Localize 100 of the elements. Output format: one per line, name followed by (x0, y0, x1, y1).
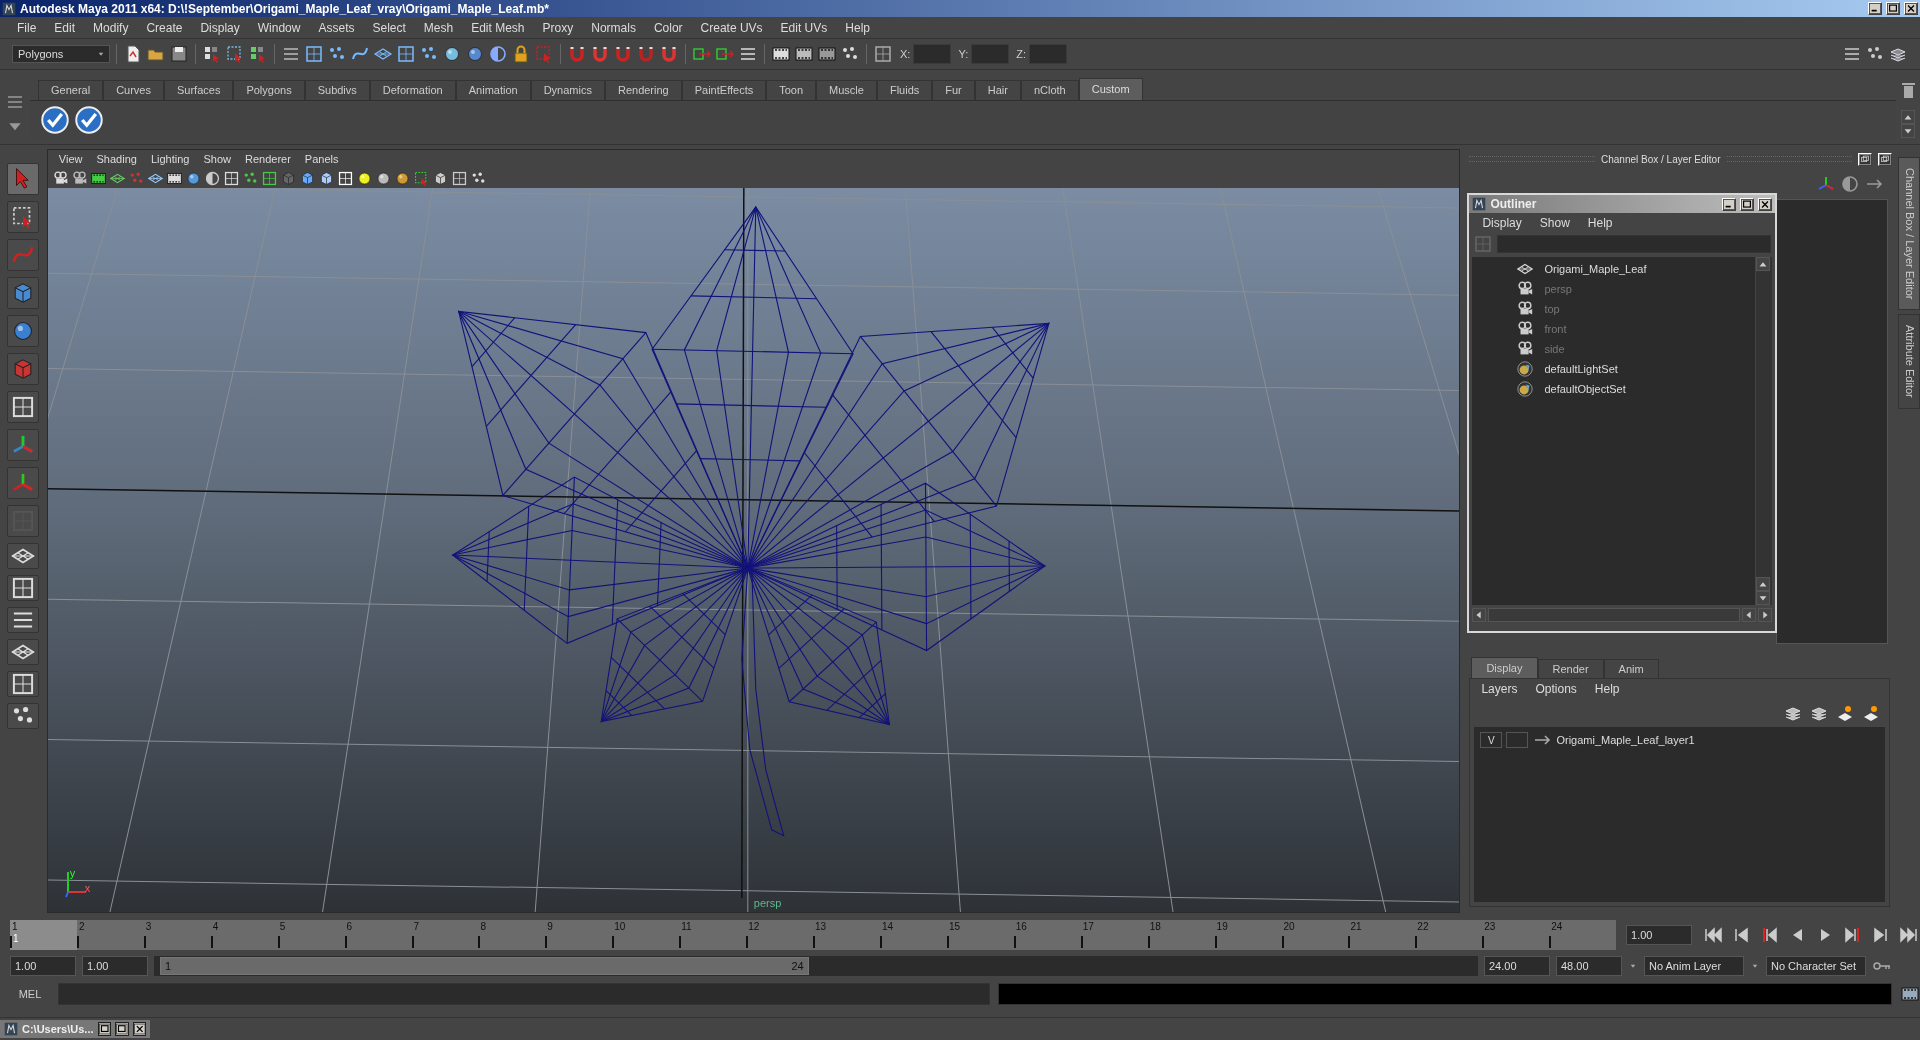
menu-item[interactable]: Edit (45, 20, 85, 35)
shelf-tab[interactable]: Polygons (233, 80, 305, 100)
menu-item[interactable]: File (8, 20, 46, 35)
side-tab[interactable]: Channel Box / Layer Editor (1898, 157, 1920, 311)
minimize-button[interactable] (1722, 197, 1737, 211)
skip-to-end-icon[interactable] (1898, 925, 1920, 945)
menu-item[interactable]: Help (1578, 216, 1622, 230)
menu-item[interactable]: Mesh (414, 20, 463, 35)
time-slider[interactable]: 1 1 2 3 4 5 6 7 8 9 10 11 12 13 14 15 16 17 18 19 20 21 22 23 24 (10, 920, 1617, 950)
menu-item[interactable]: Assets (309, 20, 364, 35)
menu-item[interactable]: Help (1585, 682, 1629, 696)
layer-name[interactable]: Origami_Maple_Leaf_layer1 (1556, 734, 1695, 746)
layer-editor-tab[interactable]: Render (1537, 659, 1604, 678)
menu-item[interactable]: Options (1526, 682, 1586, 696)
current-frame-marker[interactable]: 1 1 (10, 920, 77, 950)
textured-icon[interactable] (336, 169, 354, 187)
scroll-up-icon[interactable] (1901, 110, 1915, 124)
minimized-window[interactable]: C:\Users\Us... (0, 1020, 150, 1038)
field-chart-icon[interactable] (222, 169, 240, 187)
playback-start-field[interactable]: 1.00 (82, 956, 148, 976)
shelf-tab[interactable]: Custom (1078, 78, 1143, 100)
snap-point-icon[interactable] (613, 44, 633, 64)
scroll-up-icon[interactable] (1756, 577, 1771, 591)
panel-menu-item[interactable]: Lighting (143, 153, 197, 165)
menu-item[interactable]: Display (191, 20, 249, 35)
current-time-field[interactable]: 1.00 (1626, 925, 1692, 945)
scroll-left-icon[interactable] (1472, 608, 1487, 622)
menu-item[interactable]: Help (836, 20, 879, 35)
coord-field[interactable] (913, 44, 952, 64)
script-editor-icon[interactable] (1900, 984, 1920, 1004)
outliner-item[interactable]: defaultObjectSet (1544, 383, 1626, 395)
render-mask-icon[interactable] (442, 44, 462, 64)
menu-item[interactable]: Show (1530, 216, 1579, 230)
shelf-tab[interactable]: Deformation (369, 80, 456, 100)
scroll-left-icon[interactable] (1742, 608, 1757, 622)
shelf-tab[interactable]: Rendering (604, 80, 682, 100)
set-icon[interactable] (1516, 380, 1535, 398)
shelf-tab[interactable]: PaintEffects (681, 80, 767, 100)
shelf-tab[interactable]: Subdivs (304, 80, 370, 100)
display-type-toggle[interactable] (1506, 732, 1529, 748)
gate-mask-icon[interactable] (203, 169, 221, 187)
command-language-label[interactable]: MEL (10, 988, 50, 1000)
high-quality-icon[interactable] (393, 169, 411, 187)
menu-item[interactable]: Color (644, 20, 692, 35)
shelf-tab[interactable]: Curves (103, 80, 164, 100)
shadows-icon[interactable] (374, 169, 392, 187)
horizontal-scrollbar[interactable] (1488, 608, 1741, 622)
menu-item[interactable]: Select (363, 20, 415, 35)
menu-item[interactable]: Modify (84, 20, 138, 35)
shelf-tab[interactable]: Dynamics (530, 80, 605, 100)
panel-menu-item[interactable]: Panels (297, 153, 346, 165)
menu-item[interactable]: Edit UVs (771, 20, 837, 35)
shelf-tab[interactable]: Hair (974, 80, 1021, 100)
scroll-up-icon[interactable] (1756, 257, 1771, 271)
maximize-button[interactable] (1886, 2, 1900, 15)
menu-item[interactable]: Normals (582, 20, 645, 35)
playback-end-field[interactable]: 24.00 (1484, 956, 1550, 976)
minimize-button[interactable] (1868, 2, 1882, 15)
menu-item[interactable]: Create (137, 20, 192, 35)
float-button[interactable] (1858, 152, 1873, 166)
caret-icon[interactable] (1750, 962, 1760, 970)
start-time-field[interactable]: 1.00 (10, 956, 76, 976)
outliner-item[interactable]: defaultLightSet (1544, 363, 1618, 375)
shelf-tab[interactable]: Fur (932, 80, 975, 100)
panel-menu-item[interactable]: Show (196, 153, 238, 165)
shelf-tab[interactable]: nCloth (1020, 80, 1079, 100)
menu-item[interactable]: Edit Mesh (462, 20, 534, 35)
coord-field[interactable] (1029, 44, 1067, 64)
caret-icon[interactable] (1628, 962, 1638, 970)
anim-layer-dropdown[interactable]: No Anim Layer (1644, 956, 1744, 976)
lights-icon[interactable] (355, 169, 373, 187)
snap-curve-icon[interactable] (590, 44, 610, 64)
render-view-icon[interactable] (771, 44, 791, 64)
coord-field[interactable] (971, 44, 1010, 64)
snap-grid-icon[interactable] (567, 44, 587, 64)
maximize-button[interactable] (1740, 197, 1755, 211)
render-frame-icon[interactable] (794, 44, 814, 64)
skip-to-start-icon[interactable] (1702, 925, 1724, 945)
checkmark-icon[interactable] (40, 105, 70, 135)
menu-item[interactable]: Window (248, 20, 310, 35)
snap-plane-icon[interactable] (636, 44, 656, 64)
scroll-down-icon[interactable] (1901, 124, 1915, 138)
visibility-toggle[interactable]: V (1480, 732, 1503, 748)
menu-item[interactable]: Proxy (533, 20, 583, 35)
panel-menu-item[interactable]: Shading (89, 153, 144, 165)
filter-field[interactable] (1497, 235, 1772, 253)
shelf-tab[interactable]: Animation (455, 80, 531, 100)
menu-item[interactable]: Layers (1472, 682, 1527, 696)
handle-mask-icon[interactable] (304, 44, 324, 64)
mode-dropdown[interactable]: Polygons (12, 45, 110, 63)
character-set-dropdown[interactable]: No Character Set (1766, 956, 1866, 976)
safe-title-icon[interactable] (260, 169, 278, 187)
misc-mask-icon[interactable] (465, 44, 485, 64)
half-circle-icon[interactable] (1840, 174, 1861, 194)
outliner-item[interactable]: Origami_Maple_Leaf (1544, 263, 1647, 275)
shelf-tab[interactable]: Toon (766, 80, 817, 100)
checkmark-icon[interactable] (74, 105, 104, 135)
shelf-tab[interactable]: Surfaces (164, 80, 234, 100)
menu-item[interactable]: Display (1473, 216, 1531, 230)
scroll-right-icon[interactable] (1758, 608, 1773, 622)
